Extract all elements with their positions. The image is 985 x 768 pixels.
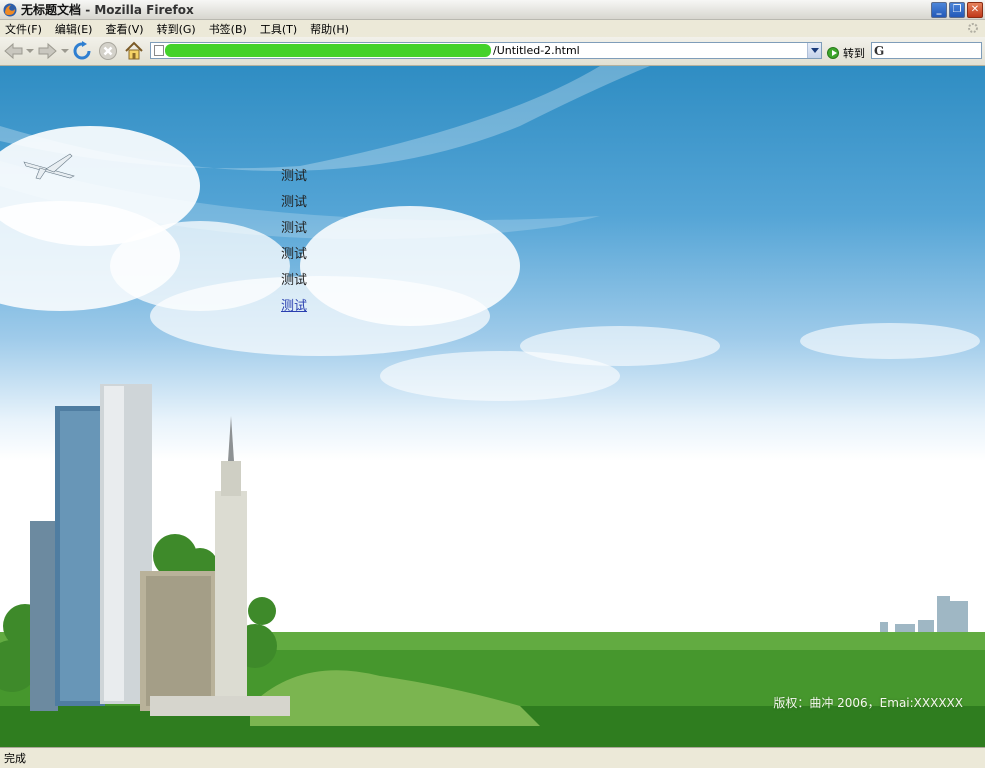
stop-icon: [99, 42, 117, 60]
menu-bar: 文件(F) 编辑(E) 查看(V) 转到(G) 书签(B) 工具(T) 帮助(H…: [0, 20, 985, 37]
background-illustration: [0, 66, 985, 747]
status-text: 完成: [4, 752, 26, 765]
reload-button[interactable]: [72, 41, 92, 61]
search-box[interactable]: G: [871, 42, 982, 59]
forward-button[interactable]: [37, 41, 57, 61]
google-icon[interactable]: G: [874, 44, 884, 58]
stop-button[interactable]: [98, 41, 118, 61]
go-label: 转到: [843, 47, 865, 60]
dropdown-arrow-icon: [26, 49, 34, 53]
nav-link-1[interactable]: 测试: [281, 167, 307, 193]
menu-bookmarks[interactable]: 书签(B): [209, 21, 247, 37]
back-dropdown[interactable]: [26, 41, 34, 61]
menu-file[interactable]: 文件(F): [5, 21, 42, 37]
status-bar: 完成: [0, 747, 985, 768]
chevron-down-icon: [810, 48, 819, 53]
menu-edit[interactable]: 编辑(E): [55, 21, 93, 37]
nav-link-list: 测试 测试 测试 测试 测试 测试: [281, 167, 307, 323]
distant-city: [880, 596, 968, 634]
firefox-icon: [3, 3, 17, 16]
window-controls: _ ❐ ✕: [931, 2, 983, 18]
menu-go[interactable]: 转到(G): [157, 21, 196, 37]
nav-link-2[interactable]: 测试: [281, 193, 307, 219]
close-button[interactable]: ✕: [967, 2, 983, 18]
nav-link-6[interactable]: 测试: [281, 297, 307, 323]
nav-link-3[interactable]: 测试: [281, 219, 307, 245]
nav-link-5[interactable]: 测试: [281, 271, 307, 297]
throbber-icon: [968, 23, 978, 33]
reload-icon: [73, 41, 91, 60]
forward-dropdown[interactable]: [61, 41, 69, 61]
home-button[interactable]: [124, 41, 144, 61]
address-bar[interactable]: /Untitled-2.html: [150, 42, 822, 59]
clouds: [0, 126, 980, 401]
back-arrow-icon: [4, 42, 23, 60]
go-icon: [827, 47, 839, 59]
page-viewport: 测试 测试 测试 测试 测试 测试 版权：曲冲 2006，Emai:XXXXXX: [0, 66, 985, 747]
forward-arrow-icon: [38, 42, 57, 60]
menu-help[interactable]: 帮助(H): [310, 21, 349, 37]
window-title-suffix: - Mozilla Firefox: [85, 3, 194, 17]
minimize-button[interactable]: _: [931, 2, 947, 18]
title-bar: 无标题文档 - Mozilla Firefox _ ❐ ✕: [0, 0, 985, 20]
copyright-footer: 版权：曲冲 2006，Emai:XXXXXX: [773, 696, 963, 710]
page-icon: [154, 45, 164, 56]
window-title: 无标题文档 - Mozilla Firefox: [21, 1, 194, 18]
dropdown-arrow-icon: [61, 49, 69, 53]
go-button[interactable]: 转到: [827, 45, 865, 61]
address-dropdown[interactable]: [807, 43, 821, 58]
restore-button[interactable]: ❐: [949, 2, 965, 18]
nav-link-4[interactable]: 测试: [281, 245, 307, 271]
menu-tools[interactable]: 工具(T): [260, 21, 297, 37]
window-title-text: 无标题文档: [21, 3, 82, 17]
menu-view[interactable]: 查看(V): [105, 21, 143, 37]
navigation-toolbar: /Untitled-2.html 转到 G: [0, 37, 985, 66]
back-button[interactable]: [4, 41, 24, 61]
home-icon: [125, 41, 143, 60]
redacted-url-mark: [165, 44, 491, 57]
address-text[interactable]: /Untitled-2.html: [493, 44, 580, 57]
